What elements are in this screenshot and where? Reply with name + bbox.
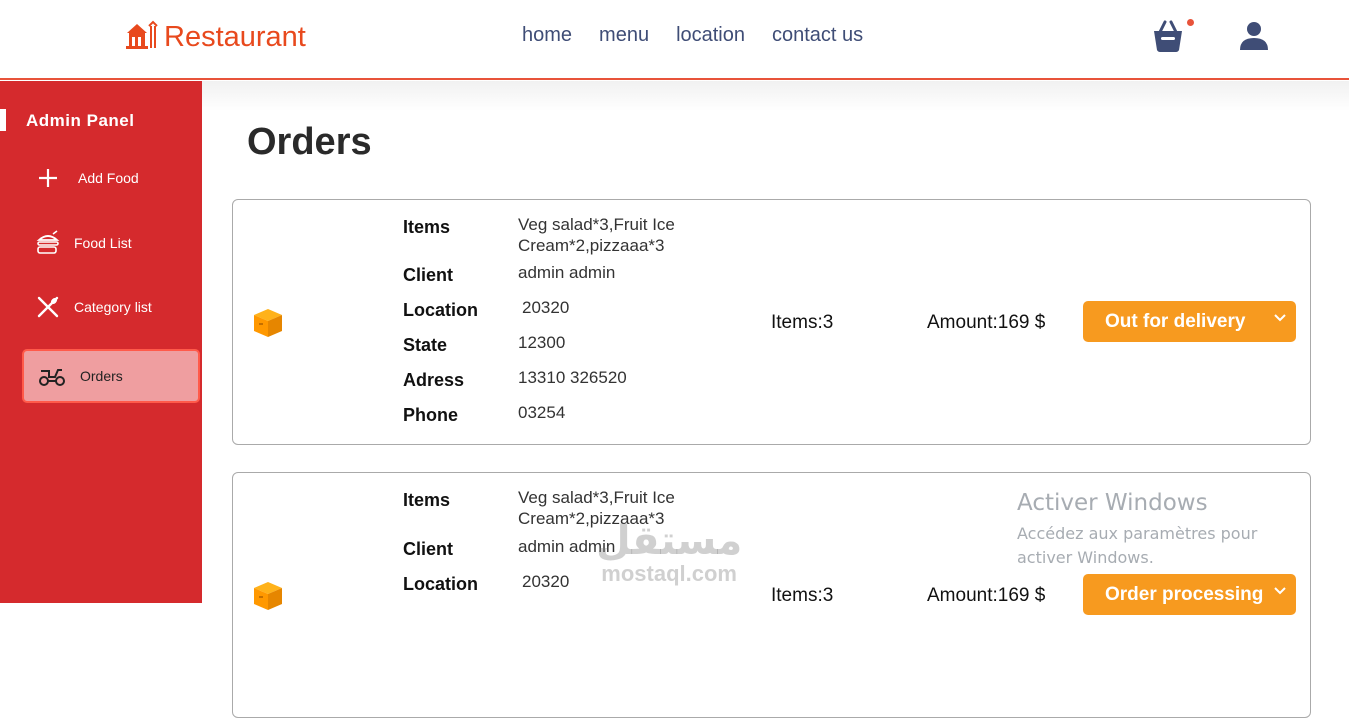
activation-text: Accédez aux paramètres pour activer Wind… [1017,524,1258,567]
brand-name: Restaurant [164,21,306,53]
items-count: Items:3 [771,585,834,606]
nav-menu[interactable]: menu [599,24,649,47]
status-value: Out for delivery [1105,310,1246,332]
order-card: Items Veg salad*3,Fruit Ice Cream*2,pizz… [232,199,1311,445]
chevron-down-icon [1270,313,1290,329]
phone-value: 03254 [518,403,566,422]
user-icon [1240,22,1268,50]
sidebar-item-label: Add Food [78,170,139,186]
utensils-icon [32,295,64,319]
location-label: Location [403,300,478,320]
parcel-icon [251,578,285,617]
sidebar-item-orders[interactable]: Orders [22,349,200,403]
cart-notification-dot [1187,19,1194,26]
food-list-icon [32,230,64,256]
chevron-down-icon [1270,586,1290,602]
main-nav: home menu location contact us [522,24,863,47]
items-count: Items:3 [771,312,834,333]
profile-button[interactable] [1238,20,1270,57]
restaurant-icon [124,20,158,55]
parcel-icon [251,305,285,344]
location-label: Location [403,574,478,594]
windows-activation-watermark: Activer Windows Accédez aux paramètres p… [1017,490,1317,570]
phone-label: Phone [403,405,459,425]
scooter-icon [36,365,68,387]
items-label: Items [403,490,451,510]
sidebar-item-category-list[interactable]: Category list [22,280,200,334]
sidebar-title-text: Admin Panel [26,111,135,130]
state-value: 12300 [518,333,566,352]
activation-title: Activer Windows [1017,490,1208,516]
order-status-select[interactable]: Out for delivery [1083,301,1296,342]
sidebar-title: Admin Panel [0,109,202,131]
location-value: 20320 [522,298,570,317]
admin-sidebar: Admin Panel Add Food Food List Category [0,81,202,603]
client-label: Client [403,539,454,559]
sidebar-item-food-list[interactable]: Food List [22,216,200,270]
brand-watermark-latin: mostaql.com [601,561,737,586]
top-navbar: Restaurant home menu location contact us [0,0,1349,80]
brand-watermark: مستقل mostaql.com [596,520,742,586]
cart-button[interactable] [1151,18,1194,59]
plus-icon [32,167,64,189]
basket-icon [1154,20,1182,52]
sidebar-title-marker [0,109,6,131]
sidebar-item-add-food[interactable]: Add Food [22,151,200,205]
address-label: Adress [403,370,465,390]
nav-contact-us[interactable]: contact us [772,24,863,47]
order-amount: Amount:169 $ [927,585,1046,606]
client-value: admin admin [518,263,616,282]
page-title: Orders [247,121,372,163]
items-value: Veg salad*3,Fruit Ice Cream*2,pizzaaa*3 [518,215,675,255]
client-label: Client [403,265,454,285]
address-value: 13310 326520 [518,368,627,387]
status-value: Order processing [1105,583,1264,605]
items-label: Items [403,217,451,237]
nav-location[interactable]: location [676,24,745,47]
sidebar-item-label: Orders [80,368,123,384]
order-status-select[interactable]: Order processing [1083,574,1296,615]
brand-logo[interactable]: Restaurant [124,20,306,55]
sidebar-item-label: Food List [74,235,132,251]
order-amount: Amount:169 $ [927,312,1046,333]
sidebar-item-label: Category list [74,299,152,315]
state-label: State [403,335,448,355]
nav-home[interactable]: home [522,24,572,47]
brand-watermark-arabic: مستقل [596,518,743,564]
